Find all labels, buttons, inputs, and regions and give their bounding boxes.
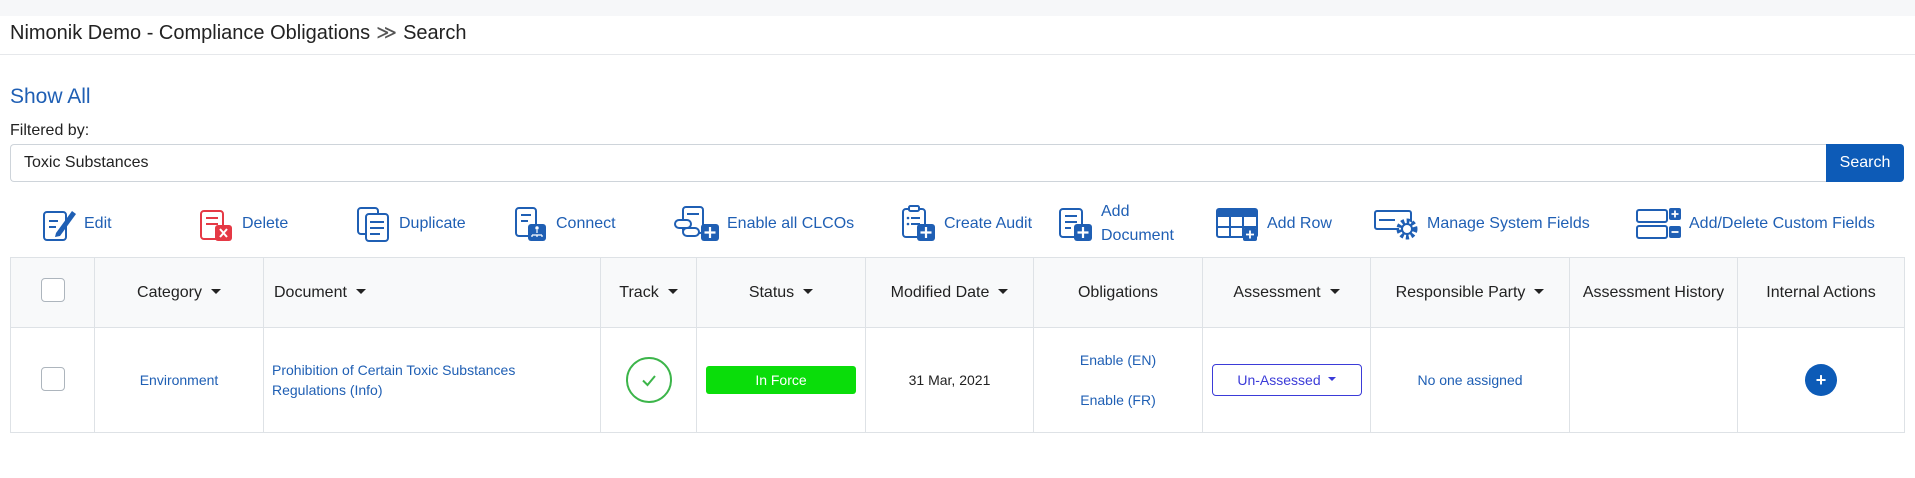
track-cell — [600, 327, 697, 433]
toolbar: Edit Delete Duplicate Connect Enable all… — [0, 192, 1915, 256]
breadcrumb-app-title[interactable]: Nimonik Demo - Compliance Obligations — [10, 22, 370, 44]
column-header-modified-date[interactable]: Modified Date — [865, 257, 1034, 328]
add-row-icon — [1216, 208, 1258, 241]
assessment-history-cell — [1569, 327, 1738, 433]
add-document-icon — [1059, 208, 1092, 241]
chevron-down-icon — [1327, 377, 1336, 381]
column-header-obligations: Obligations — [1033, 257, 1203, 328]
column-header-track[interactable]: Track — [600, 257, 697, 328]
enable-all-icon — [674, 206, 719, 241]
add-document-label-line1: Add — [1101, 203, 1130, 220]
manage-system-fields-button[interactable]: Manage System Fields — [1373, 192, 1590, 256]
sort-caret-icon — [667, 288, 678, 294]
duplicate-label: Duplicate — [399, 215, 466, 232]
add-delete-custom-fields-button[interactable]: Add/Delete Custom Fields — [1635, 192, 1875, 256]
assessment-dropdown-label: Un-Assessed — [1237, 372, 1321, 388]
create-audit-icon — [902, 205, 935, 241]
show-all-link[interactable]: Show All — [10, 85, 91, 109]
sort-caret-icon — [998, 288, 1009, 294]
search-input[interactable] — [10, 144, 1826, 182]
manage-system-fields-label: Manage System Fields — [1427, 215, 1590, 232]
search-button[interactable]: Search — [1826, 144, 1904, 182]
column-header-modified-date-label: Modified Date — [890, 283, 990, 301]
filtered-by-label: Filtered by: — [10, 122, 90, 139]
assessment-dropdown[interactable]: Un-Assessed — [1211, 364, 1362, 396]
row-checkbox[interactable] — [40, 366, 65, 391]
sort-caret-icon — [1534, 288, 1545, 294]
connect-label: Connect — [556, 215, 616, 232]
column-header-document[interactable]: Document — [263, 257, 601, 328]
table-header-row: Category Document Track Status Modified … — [10, 257, 1905, 328]
add-document-label: Add Document — [1101, 200, 1174, 248]
sort-caret-icon — [803, 288, 814, 294]
breadcrumb: Nimonik Demo - Compliance Obligations ≫ Se… — [10, 20, 466, 45]
obligations-links: Enable (EN) Enable (FR) — [1034, 352, 1202, 408]
modified-date-cell: 31 Mar, 2021 — [865, 327, 1034, 433]
search-bar: Search — [10, 144, 1904, 182]
create-audit-button[interactable]: Create Audit — [900, 192, 1032, 256]
status-cell: In Force — [696, 327, 866, 433]
row-select-cell — [10, 327, 95, 433]
duplicate-button[interactable]: Duplicate — [355, 192, 466, 256]
enable-all-clcos-button[interactable]: Enable all CLCOs — [673, 192, 854, 256]
column-header-category[interactable]: Category — [94, 257, 264, 328]
category-cell[interactable]: Environment — [94, 327, 264, 433]
add-document-button[interactable]: Add Document — [1057, 192, 1174, 256]
select-all-cell — [10, 257, 95, 328]
enable-fr-link[interactable]: Enable (FR) — [1080, 392, 1155, 408]
column-header-status-label: Status — [748, 283, 795, 301]
table-row: Environment Prohibition of Certain Toxic… — [10, 327, 1905, 433]
sort-caret-icon — [1329, 288, 1340, 294]
delete-icon — [200, 210, 232, 241]
track-toggle[interactable] — [625, 357, 672, 403]
document-link[interactable]: Prohibition of Certain Toxic Substances … — [264, 360, 600, 400]
obligations-cell: Enable (EN) Enable (FR) — [1033, 327, 1203, 433]
assessment-cell: Un-Assessed — [1202, 327, 1371, 433]
obligations-table: Category Document Track Status Modified … — [10, 257, 1905, 433]
delete-button[interactable]: Delete — [198, 192, 288, 256]
manage-fields-icon — [1374, 210, 1418, 240]
create-audit-label: Create Audit — [944, 215, 1033, 232]
column-header-category-label: Category — [137, 283, 202, 301]
column-header-responsible-party[interactable]: Responsible Party — [1370, 257, 1570, 328]
responsible-party-cell[interactable]: No one assigned — [1370, 327, 1570, 433]
header-divider — [0, 54, 1915, 55]
edit-label: Edit — [84, 215, 112, 232]
duplicate-icon — [357, 207, 389, 242]
add-row-label: Add Row — [1267, 215, 1332, 232]
edit-button[interactable]: Edit — [40, 192, 112, 256]
plus-icon: + — [1815, 369, 1827, 390]
add-delete-custom-fields-label: Add/Delete Custom Fields — [1689, 215, 1875, 232]
column-header-assessment-label: Assessment — [1233, 283, 1321, 301]
connect-icon — [515, 207, 546, 241]
connect-button[interactable]: Connect — [512, 192, 616, 256]
document-cell: Prohibition of Certain Toxic Substances … — [263, 327, 601, 433]
breadcrumb-separator: ≫ — [376, 22, 398, 44]
custom-fields-icon — [1636, 208, 1681, 239]
add-row-button[interactable]: Add Row — [1215, 192, 1332, 256]
column-header-internal-actions: Internal Actions — [1737, 257, 1905, 328]
add-document-label-line2: Document — [1101, 227, 1174, 244]
column-header-assessment[interactable]: Assessment — [1202, 257, 1371, 328]
sort-caret-icon — [210, 288, 221, 294]
add-internal-action-button[interactable]: + — [1805, 364, 1837, 396]
enable-en-link[interactable]: Enable (EN) — [1080, 352, 1156, 368]
enable-all-clcos-label: Enable all CLCOs — [727, 215, 855, 232]
delete-label: Delete — [242, 215, 289, 232]
breadcrumb-page: Search — [403, 22, 467, 44]
internal-actions-cell: + — [1737, 327, 1905, 433]
checkmark-icon — [641, 375, 656, 387]
status-badge: In Force — [706, 366, 856, 394]
column-header-status[interactable]: Status — [696, 257, 866, 328]
column-header-document-label: Document — [274, 283, 347, 301]
column-header-responsible-party-label: Responsible Party — [1395, 283, 1526, 301]
edit-icon — [43, 211, 76, 241]
column-header-assessment-history: Assessment History — [1569, 257, 1738, 328]
sort-caret-icon — [355, 288, 366, 294]
select-all-checkbox[interactable] — [40, 278, 65, 302]
top-strip — [0, 0, 1915, 16]
column-header-track-label: Track — [619, 283, 659, 301]
